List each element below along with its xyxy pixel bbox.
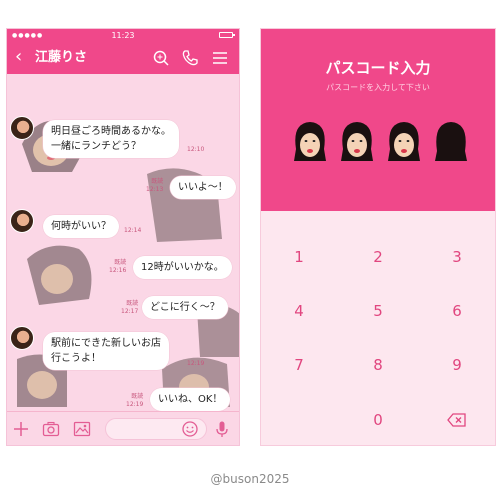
battery-icon bbox=[219, 32, 235, 38]
chat-header: ‹ 江藤りさ bbox=[7, 42, 239, 74]
message-bubble[interactable]: いいね、OK！ bbox=[150, 388, 231, 411]
passcode-dot-back-icon bbox=[435, 122, 467, 161]
key-0[interactable]: 0 bbox=[358, 406, 398, 434]
passcode-dot-face-icon bbox=[294, 122, 326, 161]
microphone-icon[interactable] bbox=[213, 420, 231, 438]
key-8[interactable]: 8 bbox=[358, 351, 398, 379]
message-bubble[interactable]: 何時がいい？ bbox=[43, 215, 119, 238]
message-bubble[interactable]: 明日昼ごろ時間あるかな。 一緒にランチどう？ bbox=[43, 120, 179, 158]
message-time: 12:14 bbox=[124, 227, 142, 234]
input-bar bbox=[7, 411, 239, 445]
avatar[interactable] bbox=[10, 116, 34, 140]
passcode-header: パスコード入力 パスコードを入力して下さい bbox=[261, 29, 495, 211]
camera-icon[interactable] bbox=[42, 420, 60, 438]
chat-title: 江藤りさ bbox=[35, 50, 88, 65]
read-receipt: 既読 12:13 bbox=[146, 178, 164, 193]
status-time: 11:23 bbox=[111, 31, 135, 40]
back-icon[interactable]: ‹ bbox=[15, 45, 22, 69]
passcode-title: パスコード入力 bbox=[325, 59, 431, 77]
passcode-subtitle: パスコードを入力して下さい bbox=[326, 83, 430, 92]
chat-body: 明日昼ごろ時間あるかな。 一緒にランチどう？ 12:10 既読 12:13 いいよ… bbox=[7, 74, 239, 411]
passcode-dot-face-icon bbox=[388, 122, 420, 161]
message-bubble[interactable]: いいよ〜！ bbox=[170, 176, 236, 199]
backspace-icon[interactable] bbox=[447, 413, 467, 427]
key-6[interactable]: 6 bbox=[437, 297, 477, 325]
message-bubble[interactable]: どこに行く〜？ bbox=[142, 296, 228, 319]
background-face-icon bbox=[27, 245, 92, 305]
watermark: @buson2025 bbox=[210, 472, 290, 486]
message-time: 12:10 bbox=[187, 146, 205, 153]
status-bar: ●●●●● 11:23 bbox=[7, 29, 239, 42]
image-icon[interactable] bbox=[73, 420, 91, 438]
emoji-icon[interactable] bbox=[181, 420, 199, 438]
message-bubble[interactable]: 駅前にできた新しいお店 行こうよ！ bbox=[43, 332, 169, 370]
passcode-dot-face-icon bbox=[341, 122, 373, 161]
avatar[interactable] bbox=[10, 326, 34, 350]
menu-icon[interactable] bbox=[211, 49, 229, 67]
search-icon[interactable] bbox=[152, 49, 170, 67]
read-receipt: 既読 12:16 bbox=[109, 259, 127, 274]
message-bubble[interactable]: 12時がいいかな。 bbox=[133, 256, 232, 279]
passcode-screen: パスコード入力 パスコードを入力して下さい 1 2 3 4 5 6 7 8 9 … bbox=[260, 28, 496, 446]
key-2[interactable]: 2 bbox=[358, 243, 398, 271]
key-5[interactable]: 5 bbox=[358, 297, 398, 325]
chat-screen: ●●●●● 11:23 ‹ 江藤りさ 明日昼ごろ時間あるかな。 一緒にランチどう… bbox=[6, 28, 240, 446]
message-time: 12:19 bbox=[187, 360, 205, 367]
avatar[interactable] bbox=[10, 209, 34, 233]
phone-icon[interactable] bbox=[181, 49, 199, 67]
key-4[interactable]: 4 bbox=[279, 297, 319, 325]
plus-icon[interactable] bbox=[12, 420, 30, 438]
key-9[interactable]: 9 bbox=[437, 351, 477, 379]
key-1[interactable]: 1 bbox=[279, 243, 319, 271]
read-receipt: 既読 12:17 bbox=[121, 300, 139, 315]
key-7[interactable]: 7 bbox=[279, 351, 319, 379]
key-3[interactable]: 3 bbox=[437, 243, 477, 271]
read-receipt: 既読 12:19 bbox=[126, 393, 144, 408]
